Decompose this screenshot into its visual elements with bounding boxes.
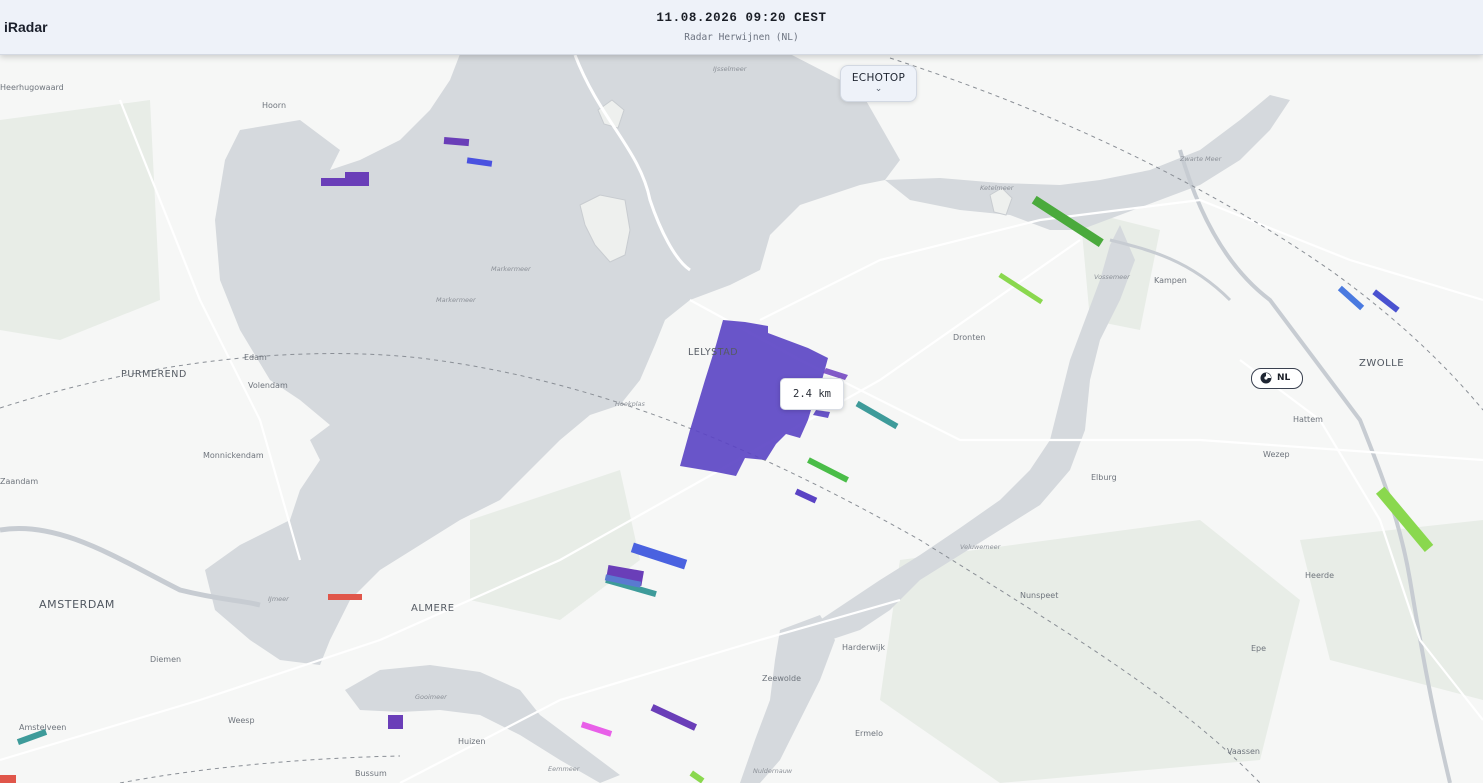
- label-vaassen: Vaassen: [1227, 747, 1260, 756]
- label-ketelmeer: Ketelmeer: [980, 184, 1015, 192]
- label-amstelveen: Amstelveen: [19, 723, 66, 732]
- label-purmerend: PURMEREND: [121, 369, 187, 380]
- basemap: Heerhugowaard Hoorn Edam Volendam PURMER…: [0, 54, 1483, 783]
- radar-timestamp: 11.08.2026 09:20 CEST: [656, 11, 827, 25]
- radar-icon: [1260, 372, 1272, 384]
- label-hoorn: Hoorn: [262, 101, 286, 110]
- label-almere: ALMERE: [411, 603, 455, 614]
- label-heerde: Heerde: [1305, 571, 1334, 580]
- label-nunspeet: Nunspeet: [1020, 591, 1058, 600]
- label-epe: Epe: [1251, 644, 1266, 653]
- label-markermeer-2: Markermeer: [436, 296, 477, 304]
- radar-map[interactable]: Heerhugowaard Hoorn Edam Volendam PURMER…: [0, 54, 1483, 783]
- label-hoekplas: Hoekplas: [615, 400, 646, 408]
- label-monnickendam: Monnickendam: [203, 451, 264, 460]
- label-kampen: Kampen: [1154, 276, 1187, 285]
- label-amsterdam: AMSTERDAM: [39, 598, 115, 611]
- label-ermelo: Ermelo: [855, 729, 883, 738]
- app-header: iRadar 11.08.2026 09:20 CEST Radar Herwi…: [0, 0, 1483, 55]
- label-ijmeer: IJmeer: [268, 595, 290, 603]
- label-zwolle: ZWOLLE: [1359, 358, 1404, 369]
- label-volendam: Volendam: [248, 381, 288, 390]
- label-huizen: Huizen: [458, 737, 486, 746]
- label-wezep: Wezep: [1263, 450, 1290, 459]
- label-bussum: Bussum: [355, 769, 387, 778]
- label-hattem: Hattem: [1293, 415, 1323, 424]
- label-vossemeer: Vossemeer: [1094, 273, 1131, 281]
- label-edam: Edam: [244, 353, 267, 362]
- label-zeewolde: Zeewolde: [762, 674, 801, 683]
- label-ijsselmeer: IJsselmeer: [713, 65, 748, 73]
- label-zwartemeer: Zwarte Meer: [1179, 155, 1223, 163]
- label-weesp: Weesp: [228, 716, 255, 725]
- label-nuldernauw: Nuldernauw: [753, 767, 793, 775]
- layer-selector-button[interactable]: ECHOTOP ⌄: [840, 65, 917, 102]
- country-code: NL: [1277, 373, 1291, 383]
- label-dronten: Dronten: [953, 333, 985, 342]
- label-markermeer: Markermeer: [491, 265, 532, 273]
- label-hugowaard: Heerhugowaard: [0, 83, 64, 92]
- label-diemen: Diemen: [150, 655, 181, 664]
- radar-station: Radar Herwijnen (NL): [684, 32, 799, 43]
- label-harderwijk: Harderwijk: [842, 643, 885, 652]
- label-zaandam: Zaandam: [0, 477, 38, 486]
- radar-country-badge[interactable]: NL: [1251, 368, 1303, 389]
- label-lelystad: LELYSTAD: [688, 347, 738, 358]
- label-veluwemeer: Veluwemeer: [960, 543, 1002, 551]
- chevron-down-icon: ⌄: [874, 83, 883, 93]
- echotop-tooltip: 2.4 km: [780, 378, 844, 410]
- label-elburg: Elburg: [1091, 473, 1117, 482]
- label-gooimeer: Gooimeer: [415, 693, 448, 701]
- label-eemmeer: Eemmeer: [548, 765, 581, 773]
